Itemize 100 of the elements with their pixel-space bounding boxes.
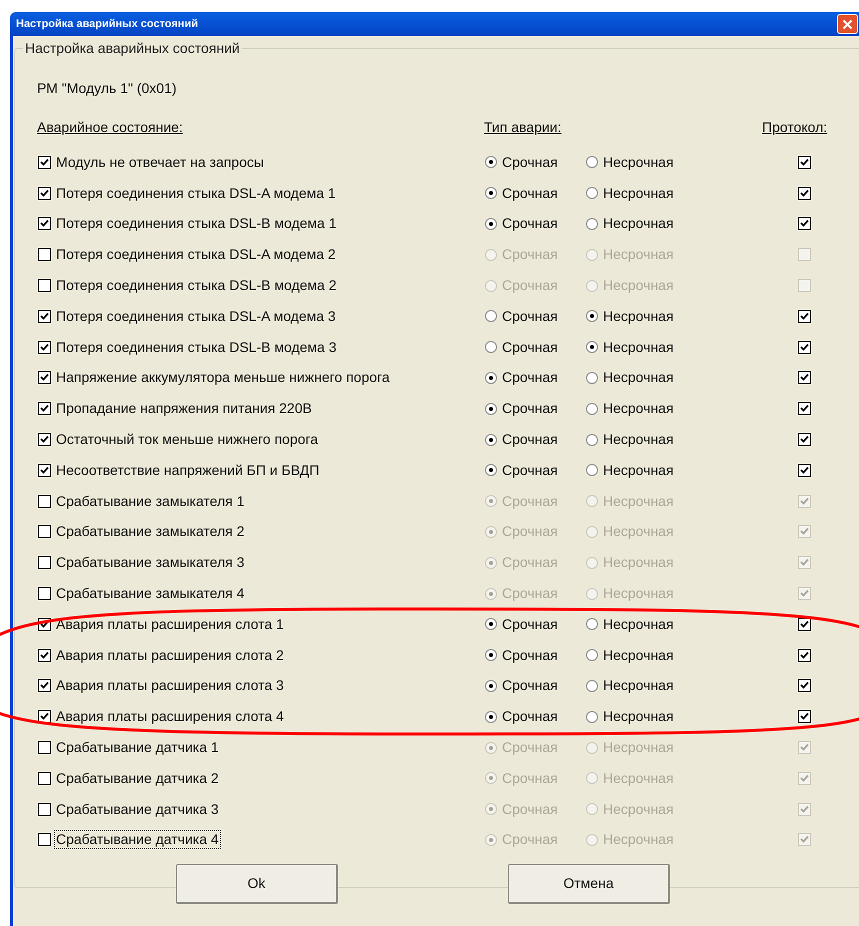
radio-label: Несрочная <box>603 338 674 357</box>
radio-button[interactable] <box>586 372 598 384</box>
column-header: Тип аварии: <box>484 118 562 137</box>
radio-label: Несрочная <box>603 707 674 726</box>
checkbox[interactable] <box>798 618 811 631</box>
radio-label: Несрочная <box>603 184 674 203</box>
check-icon <box>800 558 809 568</box>
radio-button[interactable] <box>485 402 497 415</box>
check-icon <box>800 835 809 844</box>
radio-button[interactable] <box>586 649 598 662</box>
device-label: РМ "Модуль 1" (0x01) <box>37 79 177 97</box>
check-icon <box>800 219 809 228</box>
dialog-button[interactable]: Отмена <box>508 864 670 904</box>
alarm-label: Пропадание напряжения питания 220В <box>55 400 313 418</box>
radio-button[interactable] <box>586 680 598 692</box>
alarm-label: Потеря соединения стыка DSL-B модема 2 <box>55 277 338 294</box>
radio-label: Срочная <box>502 492 558 511</box>
column-header: Протокол: <box>762 118 828 137</box>
checkbox[interactable] <box>38 310 51 323</box>
alarm-label: Потеря соединения стыка DSL-B модема 3 <box>55 338 338 356</box>
radio-button[interactable] <box>485 310 497 322</box>
check-icon <box>40 466 49 475</box>
checkbox[interactable] <box>38 186 51 200</box>
radio-label: Срочная <box>502 245 558 264</box>
checkbox[interactable] <box>38 371 51 384</box>
radio-button[interactable] <box>485 649 497 662</box>
check-icon <box>800 743 809 752</box>
radio-button[interactable] <box>485 710 497 723</box>
radio-button[interactable] <box>586 218 598 230</box>
radio-button[interactable] <box>485 680 497 692</box>
radio-button[interactable] <box>586 434 598 446</box>
check-icon <box>800 804 809 814</box>
alarm-label: Авария платы расширения слота 2 <box>55 646 285 664</box>
checkbox[interactable] <box>38 679 51 692</box>
radio-label: Несрочная <box>603 276 674 296</box>
checkbox[interactable] <box>798 679 811 692</box>
radio-button[interactable] <box>485 434 497 446</box>
alarm-label: Срабатывание датчика 2 <box>55 770 220 787</box>
check-icon <box>40 404 49 414</box>
check-icon <box>40 188 49 198</box>
radio-button[interactable] <box>485 372 497 384</box>
check-icon <box>800 681 809 690</box>
checkbox[interactable] <box>38 402 51 416</box>
radio-button[interactable] <box>586 710 598 723</box>
radio-button[interactable] <box>586 187 598 200</box>
alarm-label: Авария платы расширения слота 1 <box>55 616 285 633</box>
radio-button[interactable] <box>485 218 497 230</box>
checkbox[interactable] <box>798 217 811 230</box>
check-icon <box>40 373 49 382</box>
checkbox[interactable] <box>38 156 51 169</box>
radio-label: Срочная <box>502 522 558 542</box>
radio-button[interactable] <box>586 402 598 415</box>
checkbox[interactable] <box>798 186 811 200</box>
checkbox[interactable] <box>798 340 811 354</box>
radio-button[interactable] <box>485 187 497 200</box>
radio-button[interactable] <box>485 156 497 168</box>
check-icon <box>800 650 809 660</box>
radio-label: Несрочная <box>603 306 674 326</box>
check-icon <box>40 712 49 722</box>
checkbox[interactable] <box>38 648 51 662</box>
alarm-label: Потеря соединения стыка DSL-A модема 2 <box>55 246 337 264</box>
checkbox[interactable] <box>38 433 51 446</box>
radio-label: Срочная <box>502 399 558 418</box>
radio-label: Срочная <box>502 184 558 203</box>
radio-button[interactable] <box>485 618 497 630</box>
radio-button[interactable] <box>586 464 598 476</box>
checkbox[interactable] <box>38 464 51 477</box>
close-button[interactable] <box>837 14 858 34</box>
dialog-button[interactable]: Ok <box>176 864 338 904</box>
checkbox[interactable] <box>798 433 811 446</box>
radio-button[interactable] <box>586 156 598 168</box>
check-icon <box>800 158 809 167</box>
alarm-label: Остаточный ток меньше нижнего порога <box>55 431 319 448</box>
check-icon <box>800 589 809 598</box>
checkbox[interactable] <box>38 340 51 354</box>
radio-label: Несрочная <box>603 584 674 604</box>
checkbox[interactable] <box>38 710 51 724</box>
radio-label: Несрочная <box>603 646 674 665</box>
alarm-label: Срабатывание замыкателя 4 <box>55 585 246 602</box>
checkbox[interactable] <box>798 310 811 323</box>
check-icon <box>40 158 49 167</box>
checkbox[interactable] <box>798 371 811 384</box>
radio-label: Несрочная <box>603 460 674 480</box>
check-icon <box>40 312 49 321</box>
checkbox[interactable] <box>38 217 51 230</box>
radio-button[interactable] <box>586 618 598 630</box>
radio-label: Срочная <box>502 614 558 634</box>
close-icon <box>842 18 853 30</box>
checkbox[interactable] <box>798 648 811 662</box>
radio-label: Срочная <box>502 676 558 696</box>
radio-label: Срочная <box>502 584 558 604</box>
radio-button[interactable] <box>485 341 497 354</box>
radio-button[interactable] <box>485 464 497 476</box>
checkbox[interactable] <box>798 710 811 724</box>
radio-label: Несрочная <box>603 830 674 850</box>
radio-button[interactable] <box>586 341 598 354</box>
checkbox[interactable] <box>798 402 811 416</box>
radio-button[interactable] <box>586 310 598 322</box>
checkbox[interactable] <box>798 156 811 169</box>
checkbox[interactable] <box>798 464 811 477</box>
